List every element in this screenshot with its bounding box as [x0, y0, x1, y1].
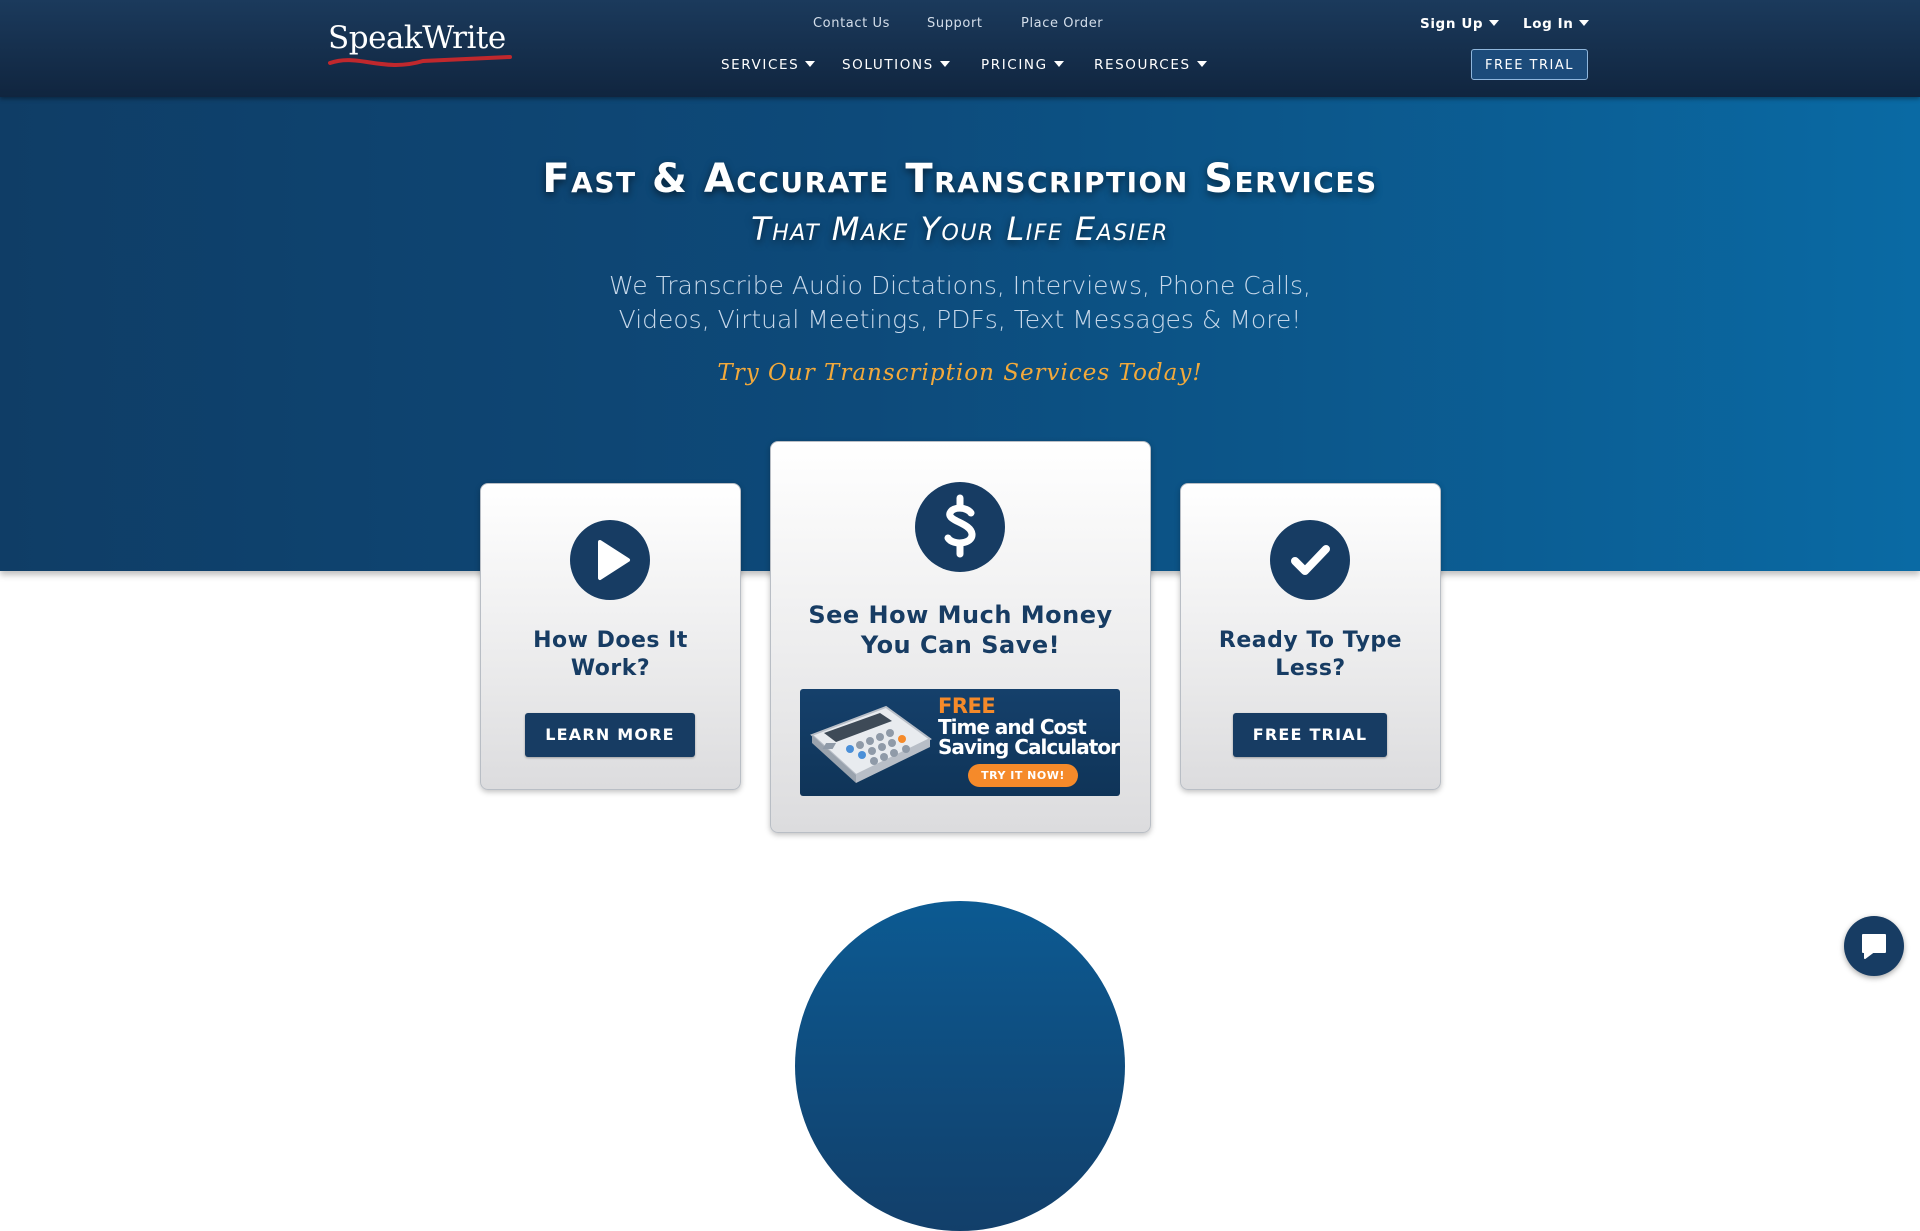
play-icon[interactable]	[570, 520, 650, 600]
nav-pricing-label: PRICING	[981, 57, 1048, 73]
savings-title-line-1: See How Much Money	[808, 601, 1113, 629]
log-in-dropdown[interactable]: Log In	[1523, 16, 1590, 32]
hero-description-line-2: Videos, Virtual Meetings, PDFs, Text Mes…	[618, 305, 1302, 334]
caret-down-icon	[1489, 20, 1500, 26]
nav-pricing[interactable]: PRICING	[981, 57, 1064, 73]
how-it-works-title: How Does It Work?	[481, 627, 740, 683]
log-in-label: Log In	[1523, 16, 1574, 32]
caret-down-icon	[1196, 61, 1207, 67]
chat-button[interactable]	[1844, 916, 1904, 976]
hero-title: Fast & Accurate Transcription Services	[542, 156, 1378, 202]
card-free-trial-button[interactable]: FREE TRIAL	[1233, 713, 1387, 757]
caret-down-icon	[1579, 20, 1590, 26]
caret-down-icon	[805, 61, 816, 67]
nav-solutions[interactable]: SOLUTIONS	[842, 57, 950, 73]
hero-description-line-1: We Transcribe Audio Dictations, Intervie…	[609, 271, 1311, 300]
calculator-icon	[810, 705, 932, 783]
nav-resources-label: RESOURCES	[1094, 57, 1191, 73]
type-less-title: Ready To Type Less?	[1181, 627, 1440, 683]
top-links: Contact Us Support Place Order	[0, 16, 1920, 36]
savings-title-line-2: You Can Save!	[860, 631, 1061, 659]
main-nav: SERVICES SOLUTIONS PRICING RESOURCES	[0, 57, 1920, 77]
caret-down-icon	[1053, 61, 1064, 67]
dollar-icon	[915, 482, 1005, 572]
nav-services[interactable]: SERVICES	[721, 57, 816, 73]
section-circle-graphic	[795, 901, 1125, 1231]
how-it-works-title-line-1: How Does It	[533, 628, 688, 653]
nav-resources[interactable]: RESOURCES	[1094, 57, 1207, 73]
place-order-link[interactable]: Place Order	[1021, 16, 1103, 31]
site-header: SpeakWrite Contact Us Support Place Orde…	[0, 0, 1920, 97]
support-link[interactable]: Support	[927, 16, 983, 31]
nav-solutions-label: SOLUTIONS	[842, 57, 934, 73]
sign-up-dropdown[interactable]: Sign Up	[1420, 16, 1500, 32]
check-icon	[1270, 520, 1350, 600]
savings-card: See How Much Money You Can Save! FREE Ti…	[770, 441, 1151, 833]
hero-cta-text: Try Our Transcription Services Today!	[717, 360, 1203, 386]
contact-us-link[interactable]: Contact Us	[813, 16, 890, 31]
header-free-trial-button[interactable]: FREE TRIAL	[1471, 49, 1588, 80]
try-it-now-button[interactable]: TRY IT NOW!	[968, 764, 1078, 787]
type-less-card: Ready To Type Less? FREE TRIAL	[1180, 483, 1441, 790]
banner-heading-line-2: Saving Calculator	[938, 735, 1120, 759]
how-it-works-card: How Does It Work? LEARN MORE	[480, 483, 741, 790]
sign-up-label: Sign Up	[1420, 16, 1484, 32]
cost-calculator-banner[interactable]: FREE Time and Cost Saving Calculator TRY…	[800, 689, 1120, 796]
hero-description: We Transcribe Audio Dictations, Intervie…	[560, 269, 1360, 337]
type-less-title-line-1: Ready To Type	[1218, 628, 1403, 653]
caret-down-icon	[939, 61, 950, 67]
type-less-title-line-2: Less?	[1275, 656, 1346, 681]
savings-title: See How Much Money You Can Save!	[771, 600, 1150, 660]
how-it-works-title-line-2: Work?	[570, 656, 651, 681]
chat-icon	[1862, 934, 1886, 959]
nav-services-label: SERVICES	[721, 57, 800, 73]
learn-more-button[interactable]: LEARN MORE	[525, 713, 695, 757]
hero-subtitle: That Make Your Life Easier	[751, 210, 1169, 248]
